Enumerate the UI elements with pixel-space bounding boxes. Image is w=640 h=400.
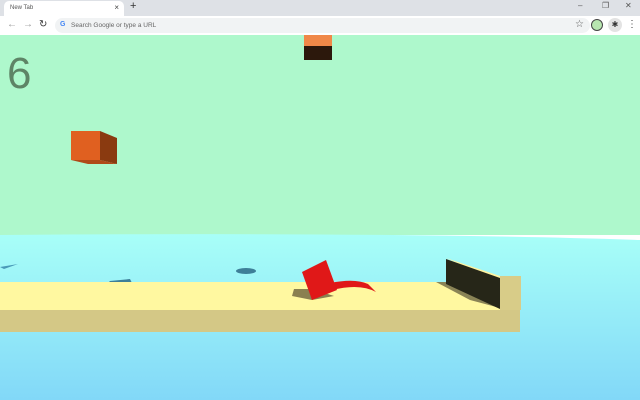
new-tab-button[interactable]: +: [130, 0, 136, 12]
profile-avatar-icon[interactable]: [591, 19, 603, 31]
floating-debris: [236, 268, 256, 274]
back-icon[interactable]: ←: [7, 19, 17, 30]
toolbar: ← → ↻ G Search Google or type a URL ☆ ✱ ⋮: [0, 16, 640, 35]
platform-top: [0, 282, 500, 310]
google-icon: G: [60, 21, 66, 28]
close-tab-icon[interactable]: ×: [114, 3, 119, 12]
block-top: [304, 35, 332, 46]
restore-button[interactable]: ❐: [602, 1, 609, 10]
reload-icon[interactable]: ↻: [39, 19, 47, 30]
menu-kebab-icon[interactable]: ⋮: [627, 19, 637, 30]
close-window-button[interactable]: ✕: [625, 1, 632, 10]
forward-icon[interactable]: →: [23, 19, 33, 30]
address-placeholder: Search Google or type a URL: [71, 22, 157, 29]
platform-end-side: [500, 276, 521, 310]
tab-bar: New Tab × + – ❐ ✕: [0, 0, 640, 16]
tab-new-tab[interactable]: New Tab ×: [4, 1, 124, 16]
extensions-puzzle-icon[interactable]: ✱: [608, 18, 622, 32]
minimize-button[interactable]: –: [578, 1, 582, 10]
orange-block: [71, 131, 100, 160]
address-bar[interactable]: G Search Google or type a URL: [55, 18, 590, 33]
bookmark-star-icon[interactable]: ☆: [575, 19, 584, 30]
score-counter: 6: [7, 49, 32, 98]
platform-front: [0, 310, 520, 332]
game-canvas[interactable]: 6: [0, 35, 640, 400]
block-front: [304, 46, 332, 60]
tab-title: New Tab: [10, 5, 34, 11]
